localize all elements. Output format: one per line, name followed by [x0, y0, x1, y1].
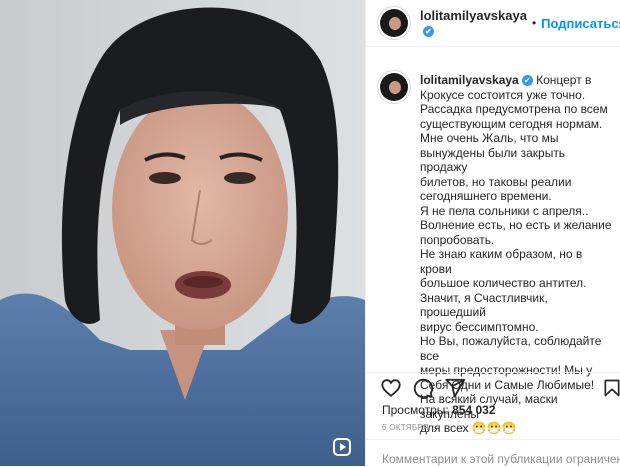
caption-line: Значит, я Счастливчик, прошедший: [420, 290, 548, 320]
post-panel: lolitamilyavskaya✔ • Подписаться lolitam…: [365, 0, 620, 466]
username-link[interactable]: lolitamilyavskaya ✔: [420, 8, 527, 38]
verified-badge-icon: ✔: [521, 75, 533, 86]
separator-dot: •: [531, 16, 537, 30]
views-value: 854 032: [452, 403, 496, 417]
follow-button[interactable]: Подписаться: [541, 16, 620, 31]
caption-first-line: lolitamilyavskaya ✔ Концерт в: [420, 73, 612, 88]
caption-line: сегодняшнего времени.: [420, 189, 552, 203]
verified-badge-icon: ✔: [423, 26, 434, 37]
caption-line: Но Вы, пожалуйста, соблюдайте все: [420, 334, 602, 363]
caption-line: вирус бессимптомно.: [420, 319, 539, 334]
caption-line: билетов, но таковы реалии: [420, 174, 572, 189]
caption-avatar[interactable]: [380, 73, 408, 101]
post-date[interactable]: 6 ОКТЯБРЯ: [382, 423, 429, 432]
caption-line: попробовать.: [420, 232, 495, 247]
bookmark-icon[interactable]: [602, 377, 620, 399]
avatar[interactable]: [380, 9, 408, 37]
views-count[interactable]: Просмотры: 854 032: [382, 403, 496, 417]
caption-line: Я не пела сольники с апреля..: [420, 203, 589, 218]
video-player[interactable]: [0, 0, 365, 466]
post-header: lolitamilyavskaya ✔ • Подписаться: [366, 0, 620, 47]
caption-line: большое количество антител.: [420, 276, 587, 290]
comments-section: Комментарии к этой публикации ограничены: [366, 439, 620, 467]
caption-username[interactable]: lolitamilyavskaya: [420, 73, 519, 87]
caption-line: Не знаю каким образом, но в крови: [420, 247, 583, 276]
views-label: Просмотры:: [382, 403, 449, 417]
caption-line: Крокусе состоится уже точно.: [420, 87, 586, 102]
share-icon[interactable]: [444, 377, 466, 399]
caption-line: Мне очень Жаль, что мы: [420, 131, 559, 145]
caption-line: Концерт в: [536, 73, 592, 87]
comments-limited-notice: Комментарии к этой публикации ограничены: [382, 452, 620, 466]
reel-icon: [333, 438, 351, 456]
caption-line: вынуждены были закрыть продажу: [420, 145, 566, 175]
caption-line: Волнение есть, но есть и желание: [420, 218, 612, 232]
comment-icon[interactable]: [412, 377, 434, 399]
caption-line: Рассадка предусмотрена по всем: [420, 102, 608, 116]
username: lolitamilyavskaya: [420, 8, 527, 23]
heart-icon[interactable]: [380, 377, 402, 399]
video-frame: [0, 0, 365, 466]
caption-line: существующим сегодня нормам.: [420, 116, 603, 131]
caption-line: для всех 😷😷😷: [420, 421, 517, 435]
action-bar: [366, 372, 620, 401]
